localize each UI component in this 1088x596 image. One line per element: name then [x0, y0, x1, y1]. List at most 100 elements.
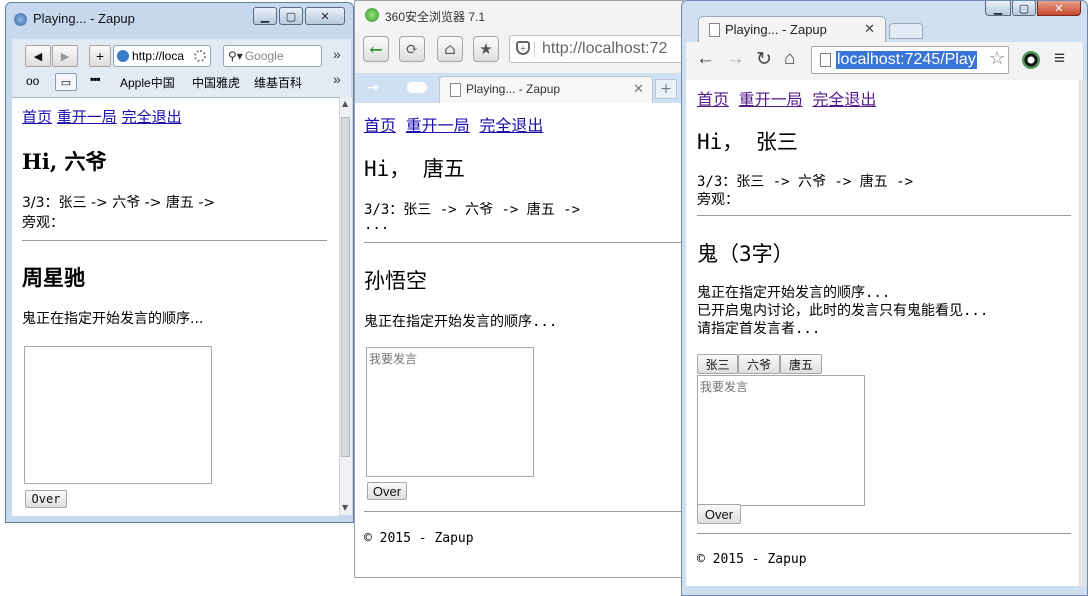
status-line: 已开启鬼内讨论，此时的发言只有鬼能看见... [697, 303, 989, 319]
nav-home-link[interactable]: 首页 [697, 90, 729, 109]
tab-active[interactable]: Playing... - Zapup ✕ [439, 76, 653, 103]
reload-icon[interactable]: ↻ [756, 48, 772, 71]
game-status-block: 鬼正在指定开始发言的顺序... 已开启鬼内讨论，此时的发言只有鬼能看见... 请… [697, 284, 988, 338]
window-edge [1079, 80, 1085, 586]
role-heading: 周星驰 [22, 265, 85, 290]
spectators-label: 旁观： [22, 215, 64, 231]
divider [364, 242, 683, 243]
nav-home-link[interactable]: 首页 [22, 108, 52, 126]
scroll-down-icon[interactable]: ▼ [342, 503, 348, 512]
home-icon[interactable]: ⌂ [784, 48, 795, 70]
nav-quit-link[interactable]: 完全退出 [122, 108, 182, 126]
nav-restart-link[interactable]: 重开一局 [739, 90, 803, 109]
address-bar[interactable]: localhost:7245/Play [811, 46, 1009, 74]
bookmark-item[interactable]: 中国雅虎 [192, 74, 240, 91]
apps-grid-icon[interactable]: ▪▪▪ [90, 72, 101, 86]
nav-restart-link[interactable]: 重开一局 [57, 108, 117, 126]
over-button[interactable]: Over [367, 482, 407, 500]
back-icon[interactable]: ← [696, 48, 715, 70]
greeting-heading: Hi， 唐五 [364, 157, 465, 181]
message-textarea[interactable] [697, 375, 865, 506]
cloud-icon[interactable] [407, 82, 427, 93]
nav-quit-link[interactable]: 完全退出 [812, 90, 876, 109]
role-heading: 孙悟空 [364, 269, 427, 293]
speaking-order: 3/3：张三 -> 六爷 -> 唐五 -> [22, 195, 216, 211]
new-tab-icon[interactable]: + [655, 79, 677, 99]
speaker-button[interactable]: 唐五 [780, 354, 822, 374]
speaking-order: 3/3：张三 -> 六爷 -> 唐五 -> [697, 174, 914, 190]
back-icon[interactable]: ← [363, 36, 389, 62]
firefox-icon [14, 13, 27, 26]
role-heading: 鬼（3字） [697, 242, 794, 266]
back-icon[interactable]: ◀ [25, 45, 51, 67]
search-icon: ⚲▾ [228, 49, 243, 63]
reader-icon[interactable]: ▭ [55, 73, 77, 91]
bookmarks-overflow-icon[interactable]: » [333, 71, 341, 87]
extension-icon[interactable] [1022, 51, 1040, 69]
address-bar[interactable]: + http://localhost:72 [509, 35, 683, 63]
tab-active[interactable]: Playing... - Zapup ✕ [698, 16, 886, 43]
new-tab-icon[interactable]: + [89, 45, 111, 67]
game-status: 鬼正在指定开始发言的顺序... [22, 311, 204, 327]
minimize-button[interactable]: ▁ [253, 7, 277, 25]
over-button[interactable]: Over [25, 490, 67, 508]
nav-home-link[interactable]: 首页 [364, 116, 396, 135]
address-text: http://loca [132, 49, 185, 63]
nav-quit-link[interactable]: 完全退出 [479, 116, 543, 135]
footer-divider [697, 533, 1071, 534]
refresh-icon[interactable]: ⟳ [399, 36, 425, 62]
address-text: localhost:7245/Play [836, 51, 977, 69]
message-textarea[interactable] [24, 346, 212, 484]
menu-icon[interactable]: ≡ [1054, 48, 1065, 70]
title-bar: 360安全浏览器 7.1 [355, 1, 683, 31]
bookmark-item[interactable]: Apple中国 [120, 74, 175, 91]
footer-divider [364, 511, 683, 512]
tab-title: Playing... - Zapup [466, 82, 561, 96]
status-line: 请指定首发言者... [697, 321, 821, 337]
message-textarea[interactable] [366, 347, 534, 477]
search-placeholder: Google [244, 49, 284, 63]
toolbar: ← → ↻ ⌂ localhost:7245/Play ☆ ≡ [686, 42, 1083, 81]
overflow-chevron-icon[interactable]: » [333, 46, 341, 62]
divider [22, 240, 327, 241]
minimize-button[interactable]: ▁ [985, 1, 1011, 16]
page-content: 首页 重开一局 完全退出 Hi, 六爷 3/3：张三 -> 六爷 -> 唐五 -… [12, 97, 339, 516]
sidebar-toggle-icon[interactable]: ⇥ [367, 79, 379, 96]
speaker-button[interactable]: 张三 [697, 354, 738, 374]
browser-360-logo-icon [365, 8, 379, 22]
glasses-icon[interactable]: oo [26, 74, 39, 88]
scrollbar-thumb[interactable] [341, 117, 350, 457]
footer-copyright: © 2015 - Zapup [364, 531, 474, 546]
greeting-heading: Hi， 张三 [697, 130, 798, 154]
chrome-window: ▁ ▢ ✕ Playing... - Zapup ✕ ← → ↻ ⌂ local… [681, 0, 1088, 596]
loading-spinner-icon [194, 50, 206, 62]
ellipsis-text: ... [364, 217, 390, 233]
over-button[interactable]: Over [697, 504, 741, 524]
spectators-label: 旁观： [697, 192, 739, 208]
forward-icon[interactable]: → [726, 48, 745, 70]
forward-icon[interactable]: ▶ [52, 45, 78, 67]
bookmark-item[interactable]: 维基百科 [254, 74, 302, 91]
greeting-heading: Hi, 六爷 [22, 149, 107, 174]
maximize-button[interactable]: ▢ [279, 7, 303, 25]
maximize-button[interactable]: ▢ [1012, 1, 1036, 16]
search-field[interactable]: ⚲▾ Google [223, 45, 322, 67]
home-icon[interactable]: ⌂ [437, 36, 463, 62]
bookmark-star-icon[interactable]: ☆ [989, 48, 1005, 69]
tab-bar: ⇥ Playing... - Zapup ✕ + [355, 73, 683, 103]
nav-restart-link[interactable]: 重开一局 [406, 116, 470, 135]
close-button[interactable]: ✕ [305, 7, 345, 25]
scroll-up-icon[interactable]: ▲ [342, 99, 348, 108]
vertical-scrollbar[interactable]: ▲ ▼ [339, 97, 352, 515]
speaker-button[interactable]: 六爷 [738, 354, 780, 374]
window-title: Playing... - Zapup [33, 11, 135, 26]
page-info-icon [820, 53, 831, 67]
star-icon[interactable]: ★ [473, 36, 499, 62]
tab-close-icon[interactable]: ✕ [864, 21, 875, 37]
new-tab-button[interactable] [889, 23, 923, 39]
close-button[interactable]: ✕ [1037, 1, 1081, 16]
tab-close-icon[interactable]: ✕ [633, 81, 644, 97]
page-content: 首页 重开一局 完全退出 Hi， 张三 3/3：张三 -> 六爷 -> 唐五 -… [686, 80, 1079, 586]
window-title: 360安全浏览器 7.1 [385, 10, 486, 24]
separator [534, 41, 535, 57]
